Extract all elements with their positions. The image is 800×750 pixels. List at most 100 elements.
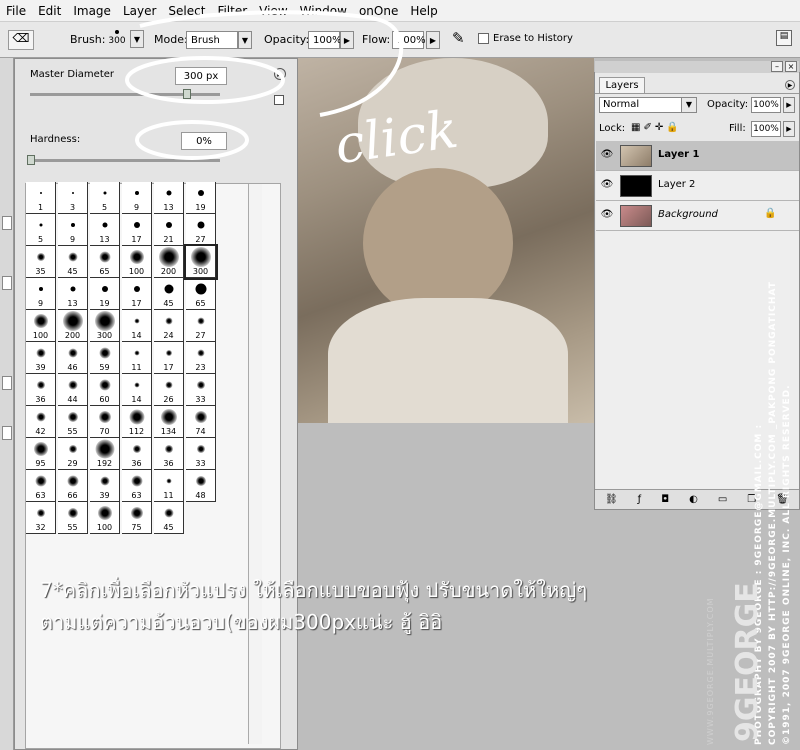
brush-tip-45[interactable]: 45 (154, 502, 184, 534)
brush-tip-29[interactable]: 29 (58, 438, 88, 470)
fill-arrow-icon[interactable]: ▶ (783, 121, 795, 137)
hardness-thumb[interactable] (27, 155, 35, 165)
chevron-down-icon[interactable]: ▼ (130, 30, 144, 48)
airbrush-icon[interactable]: ✎ (452, 29, 465, 47)
brush-tip-5[interactable]: 5 (26, 214, 56, 246)
menu-layer[interactable]: Layer (123, 4, 156, 18)
brush-tip-39[interactable]: 39 (26, 342, 56, 374)
brush-tip-46[interactable]: 46 (58, 342, 88, 374)
layer-row-layer2[interactable]: 👁 Layer 2 (596, 171, 799, 201)
brush-tip-21[interactable]: 21 (154, 214, 184, 246)
brush-tip-300[interactable]: 300 (184, 244, 218, 280)
menu-file[interactable]: File (6, 4, 26, 18)
brush-tip-100[interactable]: 100 (26, 310, 56, 342)
brush-tip-100[interactable]: 100 (90, 502, 120, 534)
mode-dropdown-icon[interactable]: ▼ (238, 31, 252, 49)
menu-select[interactable]: Select (168, 4, 205, 18)
brush-tip-17[interactable]: 17 (122, 214, 152, 246)
layer-opacity-arrow-icon[interactable]: ▶ (783, 97, 795, 113)
brush-tip-5[interactable]: 5 (90, 182, 120, 214)
brush-tip-26[interactable]: 26 (154, 374, 184, 406)
flow-arrow-icon[interactable]: ▶ (426, 31, 440, 49)
brush-tip-9[interactable]: 9 (26, 278, 56, 310)
lock-icons[interactable]: ▦✐✛🔒 (631, 122, 682, 133)
brush-tip-36[interactable]: 36 (122, 438, 152, 470)
eraser-tool-icon[interactable]: ⌫ (8, 30, 34, 50)
layer-row-layer1[interactable]: 👁 Layer 1 (596, 141, 799, 171)
brush-tip-55[interactable]: 55 (58, 406, 88, 438)
brush-tip-65[interactable]: 65 (90, 246, 120, 278)
eye-icon[interactable]: 👁 (600, 209, 614, 223)
mode-select[interactable]: Brush (186, 31, 238, 49)
brush-tip-134[interactable]: 134 (154, 406, 184, 438)
brush-tip-55[interactable]: 55 (58, 502, 88, 534)
brush-grid-scrollbar[interactable] (248, 184, 262, 744)
tool-slot[interactable] (2, 426, 12, 440)
brush-tip-300[interactable]: 300 (90, 310, 120, 342)
panel-menu-icon[interactable]: ▶ (274, 68, 286, 80)
brush-tip-13[interactable]: 13 (58, 278, 88, 310)
folder-icon[interactable]: ▭ (718, 494, 727, 505)
menu-image[interactable]: Image (73, 4, 111, 18)
brush-tip-36[interactable]: 36 (154, 438, 184, 470)
brush-tip-23[interactable]: 23 (186, 342, 216, 374)
brush-tip-74[interactable]: 74 (186, 406, 216, 438)
blend-mode-select[interactable]: Normal (599, 97, 685, 113)
hardness-slider[interactable] (30, 159, 220, 162)
brush-tip-66[interactable]: 66 (58, 470, 88, 502)
adjustment-icon[interactable]: ◐ (689, 494, 698, 505)
link-icon[interactable]: ⛓ (605, 494, 618, 505)
brush-tip-33[interactable]: 33 (186, 438, 216, 470)
brush-tip-65[interactable]: 65 (186, 278, 216, 310)
fill-input[interactable]: 100% (751, 121, 781, 137)
menu-window[interactable]: Window (300, 4, 347, 18)
menu-help[interactable]: Help (410, 4, 437, 18)
brush-tip-27[interactable]: 27 (186, 310, 216, 342)
hardness-input[interactable]: 0% (181, 132, 227, 150)
menu-edit[interactable]: Edit (38, 4, 61, 18)
brush-tip-45[interactable]: 45 (58, 246, 88, 278)
layer-row-background[interactable]: 👁 Background 🔒 (596, 201, 799, 231)
brush-tip-63[interactable]: 63 (122, 470, 152, 502)
brush-preset-picker[interactable]: 300 (106, 26, 128, 54)
brush-tip-13[interactable]: 13 (90, 214, 120, 246)
brush-tip-59[interactable]: 59 (90, 342, 120, 374)
brush-tip-17[interactable]: 17 (154, 342, 184, 374)
brush-tip-95[interactable]: 95 (26, 438, 56, 470)
tool-slot[interactable] (2, 276, 12, 290)
layer-style-icon[interactable]: ƒ (638, 494, 642, 505)
brush-tip-11[interactable]: 11 (154, 470, 184, 502)
eye-icon[interactable]: 👁 (600, 179, 614, 193)
new-preset-icon[interactable] (274, 95, 284, 105)
brush-tip-14[interactable]: 14 (122, 374, 152, 406)
brush-tip-24[interactable]: 24 (154, 310, 184, 342)
layer-opacity-input[interactable]: 100% (751, 97, 781, 113)
eye-icon[interactable]: 👁 (600, 149, 614, 163)
brush-tip-33[interactable]: 33 (186, 374, 216, 406)
brush-tip-14[interactable]: 14 (122, 310, 152, 342)
close-icon[interactable]: × (785, 61, 797, 72)
brush-tip-44[interactable]: 44 (58, 374, 88, 406)
menu-filter[interactable]: Filter (217, 4, 247, 18)
brush-tip-17[interactable]: 17 (122, 278, 152, 310)
brush-tip-11[interactable]: 11 (122, 342, 152, 374)
master-diameter-slider[interactable] (30, 93, 220, 96)
brush-tip-200[interactable]: 200 (58, 310, 88, 342)
opacity-arrow-icon[interactable]: ▶ (340, 31, 354, 49)
brush-tip-112[interactable]: 112 (122, 406, 152, 438)
brush-tip-1[interactable]: 1 (26, 182, 56, 214)
mask-icon[interactable]: ◘ (661, 494, 669, 505)
brush-tip-70[interactable]: 70 (90, 406, 120, 438)
minimize-icon[interactable]: – (771, 61, 783, 72)
brush-tip-192[interactable]: 192 (90, 438, 120, 470)
brush-tip-63[interactable]: 63 (26, 470, 56, 502)
brush-tip-75[interactable]: 75 (122, 502, 152, 534)
brush-tip-39[interactable]: 39 (90, 470, 120, 502)
tool-slot[interactable] (2, 376, 12, 390)
brush-tip-45[interactable]: 45 (154, 278, 184, 310)
brush-tip-27[interactable]: 27 (186, 214, 216, 246)
brush-tip-19[interactable]: 19 (90, 278, 120, 310)
brush-tip-42[interactable]: 42 (26, 406, 56, 438)
brush-tip-9[interactable]: 9 (58, 214, 88, 246)
brush-tip-19[interactable]: 19 (186, 182, 216, 214)
